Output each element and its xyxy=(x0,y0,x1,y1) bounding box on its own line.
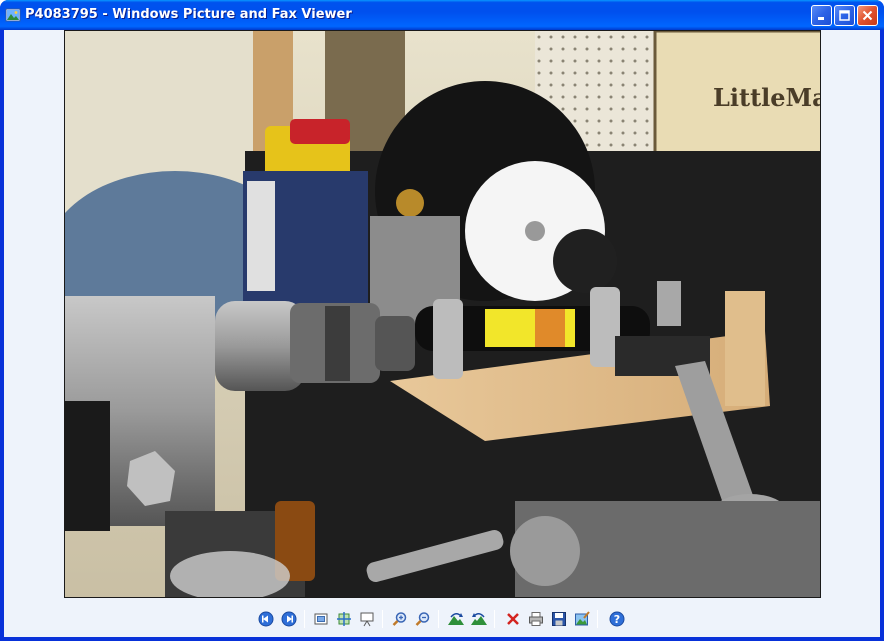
print-icon xyxy=(529,612,543,626)
actual-size-button[interactable] xyxy=(334,609,354,629)
edit-icon xyxy=(575,611,590,626)
previous-image-button[interactable] xyxy=(256,609,276,629)
zoom-in-icon xyxy=(392,612,407,626)
save-icon xyxy=(552,612,566,626)
rotate-counterclockwise-icon xyxy=(471,613,487,625)
rotate-clockwise-icon xyxy=(448,613,464,625)
edit-button[interactable] xyxy=(572,609,592,629)
viewer-toolbar: ? xyxy=(4,606,880,632)
delete-button[interactable] xyxy=(503,609,523,629)
zoom-out-button[interactable] xyxy=(413,609,433,629)
picture-viewer-icon xyxy=(5,7,21,23)
save-button[interactable] xyxy=(549,609,569,629)
svg-text:?: ? xyxy=(614,613,620,626)
slideshow-icon xyxy=(360,612,374,627)
delete-icon xyxy=(507,613,519,625)
help-icon: ? xyxy=(609,611,625,627)
toolbar-separator xyxy=(382,610,383,628)
close-icon xyxy=(862,10,873,21)
minimize-icon xyxy=(818,17,824,20)
best-fit-icon xyxy=(314,613,328,625)
best-fit-button[interactable] xyxy=(311,609,331,629)
toolbar-separator xyxy=(304,610,305,628)
maximize-icon xyxy=(839,10,850,21)
toolbar-separator xyxy=(438,610,439,628)
window-title: P4083795 - Windows Picture and Fax Viewe… xyxy=(25,7,352,22)
slideshow-button[interactable] xyxy=(357,609,377,629)
actual-size-icon xyxy=(337,612,351,626)
next-image-button[interactable] xyxy=(279,609,299,629)
toolbar-separator xyxy=(597,610,598,628)
close-button[interactable] xyxy=(857,5,878,26)
zoom-out-icon xyxy=(415,612,430,626)
print-button[interactable] xyxy=(526,609,546,629)
picture-viewer-window: P4083795 - Windows Picture and Fax Viewe… xyxy=(0,0,884,641)
maximize-button[interactable] xyxy=(834,5,855,26)
previous-icon xyxy=(258,611,274,627)
rotate-clockwise-button[interactable] xyxy=(446,609,466,629)
viewer-client-area: LittleMac xyxy=(4,30,880,637)
minimize-button[interactable] xyxy=(811,5,832,26)
rotate-counterclockwise-button[interactable] xyxy=(469,609,489,629)
displayed-photo: LittleMac xyxy=(64,30,821,598)
help-button[interactable]: ? xyxy=(607,609,627,629)
sign-text: LittleMac xyxy=(713,83,821,112)
next-icon xyxy=(281,611,297,627)
title-bar[interactable]: P4083795 - Windows Picture and Fax Viewe… xyxy=(0,0,884,30)
zoom-in-button[interactable] xyxy=(390,609,410,629)
toolbar-separator xyxy=(494,610,495,628)
